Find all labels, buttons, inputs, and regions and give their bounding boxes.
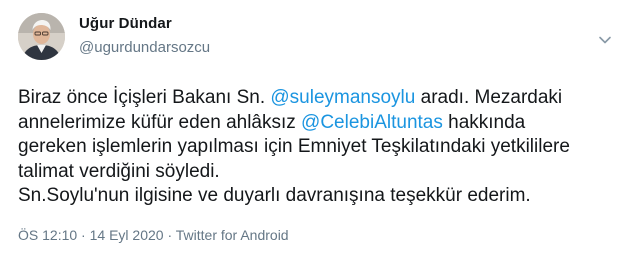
- tweet-time[interactable]: ÖS 12:10: [18, 227, 77, 243]
- tweet-line-3: gereken işlemlerin yapılması için Emniye…: [18, 136, 570, 157]
- meta-separator: ·: [163, 227, 176, 243]
- meta-separator: ·: [77, 227, 90, 243]
- tweet-line-5: Sn.Soylu'nun ilgisine ve duyarlı davranı…: [18, 185, 531, 206]
- avatar[interactable]: [18, 13, 65, 60]
- mention-link[interactable]: @suleymansoylu: [270, 87, 415, 108]
- tweet-text-segment: annelerimize küfür eden ahlâksız: [18, 111, 302, 133]
- tweet-meta: ÖS 12:10 · 14 Eyl 2020 · Twitter for And…: [18, 227, 289, 243]
- user-name[interactable]: Uğur Dündar: [79, 15, 172, 32]
- chevron-down-icon[interactable]: [597, 34, 613, 46]
- tweet-date[interactable]: 14 Eyl 2020: [90, 227, 164, 243]
- mention-link[interactable]: @CelebiAltuntas: [301, 112, 443, 133]
- avatar-image: [18, 13, 65, 60]
- tweet-line-4: talimat verdiğini söyledi.: [18, 160, 220, 182]
- tweet-text-segment: Biraz önce İçişleri Bakanı Sn.: [18, 87, 271, 108]
- tweet-text-segment: aradı. Mezardaki: [415, 87, 563, 108]
- tweet-text-segment: hakkında: [442, 111, 526, 133]
- tweet-card: Uğur Dündar @ugurdundarsozcu Biraz önce …: [0, 0, 640, 261]
- user-handle[interactable]: @ugurdundarsozcu: [79, 39, 210, 56]
- tweet-source: Twitter for Android: [175, 227, 289, 243]
- tweet-line-1: Biraz önce İçişleri Bakanı Sn. @suleyman…: [18, 86, 628, 111]
- tweet-line-2: annelerimize küfür eden ahlâksız @Celebi…: [18, 111, 628, 136]
- tweet-text: Biraz önce İçişleri Bakanı Sn. @suleyman…: [18, 86, 628, 209]
